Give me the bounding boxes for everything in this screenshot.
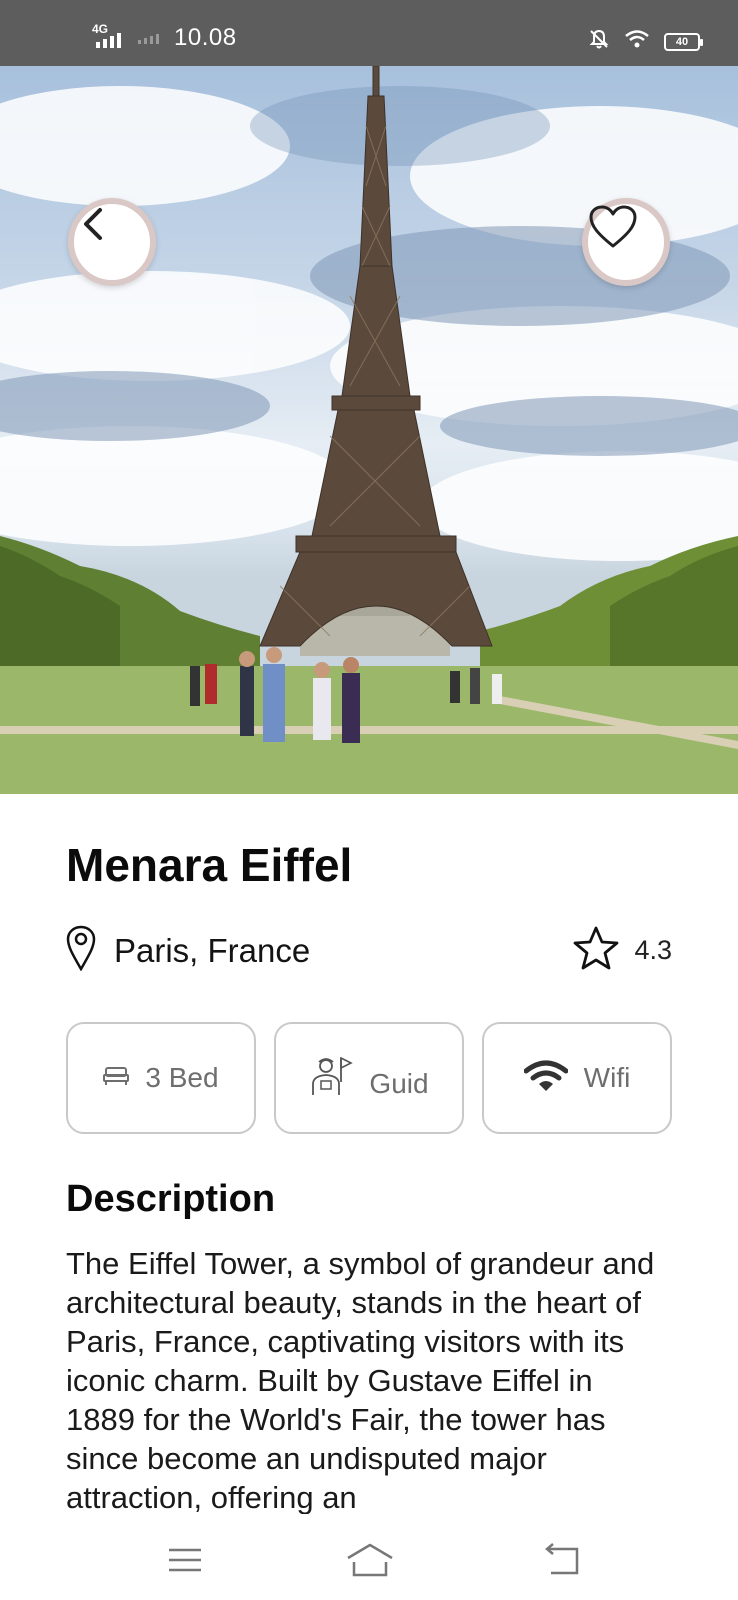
mute-bell-icon (588, 28, 610, 55)
signal-indicators: 4G (92, 22, 164, 51)
clock: 10.08 (174, 24, 237, 51)
menu-button[interactable] (155, 1536, 215, 1584)
feature-list: 3 Bed Guid Wifi (66, 1022, 672, 1134)
location-text: Paris, France (114, 931, 311, 969)
menu-icon (169, 1548, 201, 1572)
system-back-button[interactable] (533, 1536, 593, 1584)
feature-label: 3 Bed (145, 1062, 219, 1093)
back-button[interactable] (68, 198, 156, 286)
feature-label: Wifi (583, 1062, 631, 1093)
favorite-button[interactable] (582, 198, 670, 286)
back-icon (545, 1543, 579, 1575)
home-icon (347, 1543, 393, 1577)
description-text: The Eiffel Tower, a symbol of grandeur a… (66, 1246, 655, 1514)
screen: 4G 10.08 40 Menara Eiffel Paris, France … (0, 0, 738, 1600)
location-row: Paris, France (66, 925, 310, 976)
battery-icon: 40 (664, 32, 703, 51)
feature-label: Guid (369, 1068, 429, 1099)
guide-icon (309, 1056, 354, 1101)
chevron-left-icon (84, 208, 102, 240)
wifi-status-icon (624, 29, 650, 54)
eiffel-tower-photo (0, 66, 738, 794)
rating-value: 4.3 (634, 935, 672, 965)
signal-sim2-icon (136, 26, 164, 51)
feature-bed[interactable]: 3 Bed (66, 1022, 256, 1134)
status-bar: 4G 10.08 40 (0, 0, 738, 66)
rating: 4.3 (572, 925, 672, 976)
system-indicators: 40 (588, 28, 703, 55)
location-pin-icon (66, 925, 96, 976)
page-title: Menara Eiffel (66, 839, 353, 891)
system-nav-bar (0, 1520, 738, 1600)
signal-4g-icon: 4G (92, 22, 126, 50)
bed-icon (103, 1065, 130, 1092)
heart-icon (589, 205, 637, 248)
wifi-icon (523, 1059, 569, 1098)
hero-image (0, 66, 738, 794)
home-button[interactable] (340, 1536, 400, 1584)
star-icon (572, 925, 620, 976)
battery-level: 40 (675, 35, 689, 48)
feature-guide[interactable]: Guid (274, 1022, 464, 1134)
feature-wifi[interactable]: Wifi (482, 1022, 672, 1134)
description-heading: Description (66, 1178, 276, 1220)
